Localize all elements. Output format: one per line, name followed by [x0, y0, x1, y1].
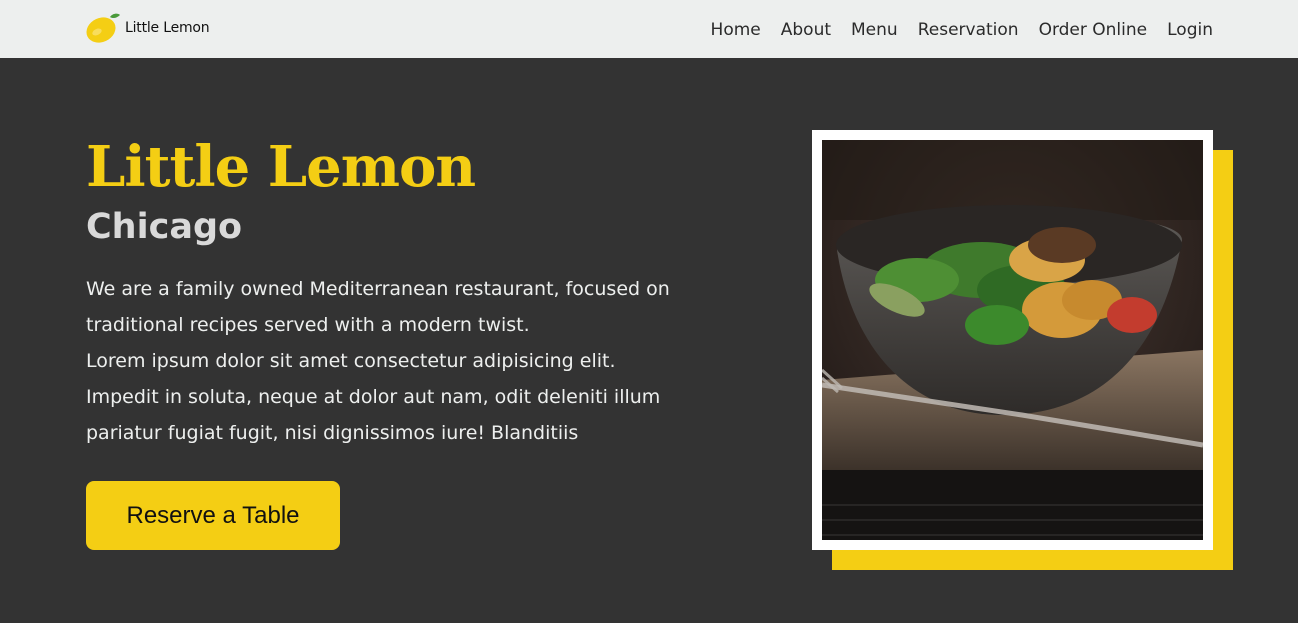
lemon-icon — [86, 13, 120, 43]
nav-link-reservation[interactable]: Reservation — [918, 18, 1019, 40]
hero-description-line: traditional recipes served with a modern… — [86, 314, 530, 336]
hero-description-line: Impedit in soluta, neque at dolor aut na… — [86, 386, 661, 408]
logo[interactable]: Little Lemon — [85, 11, 210, 45]
hero-description-line: pariatur fugiat fugit, nisi dignissimos … — [86, 422, 579, 444]
nav-link-order-online[interactable]: Order Online — [1039, 18, 1148, 40]
hero-image-frame — [812, 130, 1213, 550]
hero-description: We are a family owned Mediterranean rest… — [86, 271, 776, 451]
nav-link-login[interactable]: Login — [1167, 18, 1213, 40]
hero-section: Little Lemon Chicago We are a family own… — [0, 58, 1298, 623]
logo-text: Little Lemon — [125, 20, 210, 36]
nav-links: Home About Menu Reservation Order Online… — [711, 0, 1213, 58]
hero-description-line: We are a family owned Mediterranean rest… — [86, 278, 670, 300]
salad-bowl-photo — [822, 140, 1203, 540]
nav-link-about[interactable]: About — [781, 18, 831, 40]
hero-subtitle: Chicago — [86, 207, 243, 247]
nav-link-home[interactable]: Home — [711, 18, 761, 40]
hero-title: Little Lemon — [86, 134, 476, 200]
nav-link-menu[interactable]: Menu — [851, 18, 898, 40]
reserve-table-button[interactable]: Reserve a Table — [86, 481, 340, 550]
hero-description-line: Lorem ipsum dolor sit amet consectetur a… — [86, 350, 616, 372]
navbar: Little Lemon Home About Menu Reservation… — [0, 0, 1298, 58]
